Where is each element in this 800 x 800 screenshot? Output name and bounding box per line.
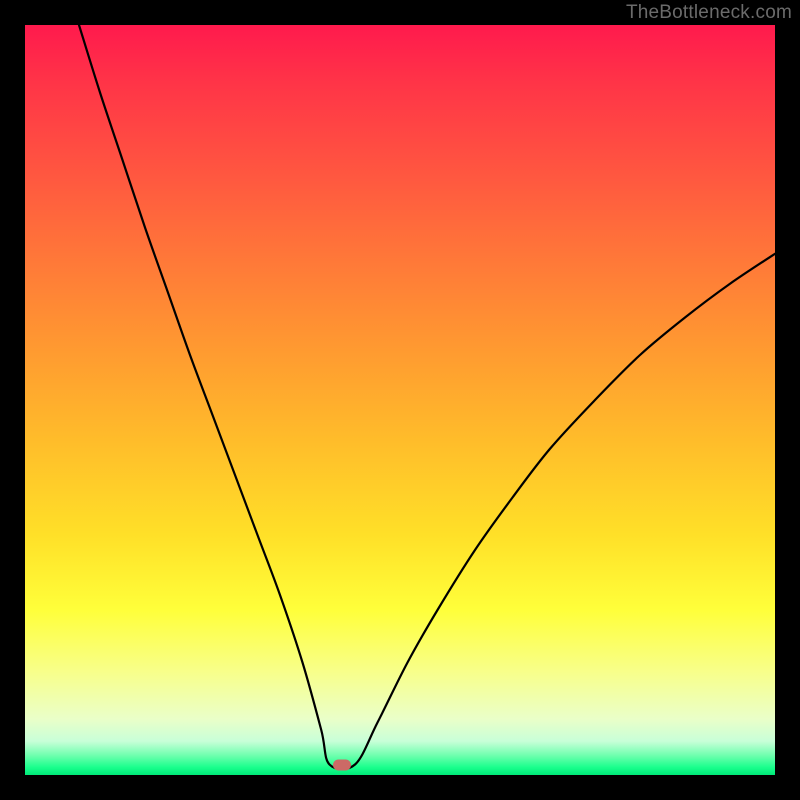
- watermark-text: TheBottleneck.com: [626, 2, 792, 24]
- bottleneck-curve: [25, 25, 775, 775]
- frame: TheBottleneck.com: [0, 0, 800, 800]
- plot-area: [25, 25, 775, 775]
- optimum-marker: [333, 759, 351, 770]
